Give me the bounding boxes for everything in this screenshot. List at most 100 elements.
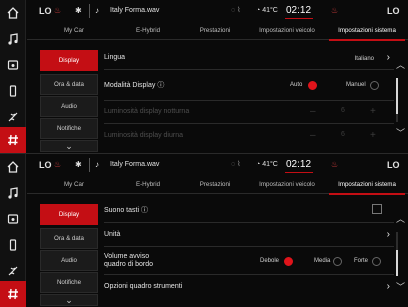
settings-screen-display-scrolled: LO ♨ ✱ ♪ Italy Forma.wav ◌ ⌇ ◔ 41°C 02:1…: [0, 154, 408, 307]
temp-right-label[interactable]: LO: [387, 158, 400, 172]
auto-radio[interactable]: [308, 81, 317, 90]
now-playing-track[interactable]: Italy Forma.wav: [110, 4, 159, 18]
settings-icon[interactable]: [0, 281, 26, 307]
car-icon[interactable]: [0, 52, 26, 78]
clock: 02:12: [286, 159, 312, 170]
lingua-label: Lingua: [104, 54, 126, 61]
chevron-right-icon: ›: [386, 52, 390, 63]
home-icon[interactable]: [0, 0, 26, 26]
seat-heat-right-icon[interactable]: ♨: [331, 4, 338, 18]
scroll-up-icon[interactable]: ︿: [396, 212, 405, 225]
seat-heat-left-icon[interactable]: ♨: [54, 4, 61, 18]
nav-rail: [0, 0, 26, 153]
scroll-down-icon[interactable]: ﹀: [396, 280, 405, 293]
settings-tabs: My Car E-Hybrid Prestazioni Impostazioni…: [27, 22, 408, 41]
music-icon[interactable]: [0, 26, 26, 52]
scrollbar[interactable]: [396, 232, 398, 276]
scrollbar-thumb[interactable]: [396, 78, 398, 114]
info-icon: ⓘ: [157, 82, 165, 89]
plus-icon[interactable]: +: [370, 106, 376, 117]
gps-icon: ◌ ⌇: [231, 161, 241, 168]
temp-left-label[interactable]: LO: [39, 4, 52, 18]
tab-e-hybrid[interactable]: E-Hybrid: [123, 176, 173, 194]
status-bar: LO ♨ ✱ ♪ Italy Forma.wav ◌ ⌇ ◔ 41°C 02:1…: [27, 0, 408, 22]
manuel-label: Manuel: [346, 82, 366, 88]
now-playing-track[interactable]: Italy Forma.wav: [110, 158, 159, 172]
minus-icon[interactable]: –: [310, 130, 316, 141]
music-icon[interactable]: [0, 180, 26, 206]
gps-icon: ◌ ⌇: [231, 7, 241, 14]
submenu-display[interactable]: Display: [40, 50, 98, 71]
tab-e-hybrid[interactable]: E-Hybrid: [123, 22, 173, 40]
modalita-display-row: Modalità Display ⓘ Auto Manuel: [104, 71, 394, 101]
seat-heat-right-icon[interactable]: ♨: [331, 158, 338, 172]
phone-icon[interactable]: [0, 232, 26, 258]
volume-avviso-row: Volume avviso quadro di bordo Debole Medi…: [104, 248, 394, 275]
opzioni-quadro-row[interactable]: Opzioni quadro strumenti ›: [104, 276, 394, 300]
chevron-right-icon: ›: [386, 281, 390, 292]
submenu-notifiche[interactable]: Notifiche: [40, 272, 98, 293]
diurna-value: 6: [341, 131, 345, 138]
home-icon[interactable]: [0, 154, 26, 180]
debole-radio[interactable]: [284, 257, 293, 266]
clock-underline: [285, 172, 313, 173]
minus-icon[interactable]: –: [310, 106, 316, 117]
suono-tasti-checkbox[interactable]: [372, 204, 382, 214]
car-icon[interactable]: [0, 206, 26, 232]
fan-icon[interactable]: ✱: [75, 4, 82, 18]
phone-icon[interactable]: [0, 78, 26, 104]
submenu-scroll-down[interactable]: ⌄: [40, 140, 98, 152]
submenu-scroll-down[interactable]: ⌄: [40, 294, 98, 306]
unita-row[interactable]: Unità ›: [104, 224, 394, 247]
submenu-display[interactable]: Display: [40, 204, 98, 225]
outside-temp: ◔ 41°C: [256, 161, 278, 168]
luminosita-diurna-row: Luminosità display diurna – 6 +: [104, 125, 394, 149]
settings-icon[interactable]: [0, 127, 26, 153]
status-divider: [89, 4, 90, 18]
fan-icon[interactable]: ✱: [75, 158, 82, 172]
scrollbar-thumb[interactable]: [396, 250, 398, 276]
forte-radio[interactable]: [372, 257, 381, 266]
scroll-down-icon[interactable]: ﹀: [396, 126, 405, 139]
status-divider: [89, 158, 90, 172]
manuel-radio[interactable]: [370, 81, 379, 90]
submenu-audio[interactable]: Audio: [40, 96, 98, 117]
suono-tasti-label: Suono tasti ⓘ: [104, 207, 148, 214]
volume-avviso-label: Volume avviso quadro di bordo: [104, 253, 154, 268]
submenu-notifiche[interactable]: Notifiche: [40, 118, 98, 139]
tab-impostazioni-sistema[interactable]: Impostazioni sistema: [329, 22, 405, 41]
submenu-ora-data[interactable]: Ora & data: [40, 74, 98, 95]
settings-tabs: My Car E-Hybrid Prestazioni Impostazioni…: [27, 176, 408, 195]
luminosita-diurna-label: Luminosità display diurna: [104, 132, 183, 139]
tab-prestazioni[interactable]: Prestazioni: [190, 176, 240, 194]
info-icon: ⓘ: [140, 207, 148, 214]
unita-label: Unità: [104, 231, 121, 238]
tab-prestazioni[interactable]: Prestazioni: [190, 22, 240, 40]
tab-impostazioni-veicolo[interactable]: Impostazioni veicolo: [253, 176, 321, 194]
seat-heat-left-icon[interactable]: ♨: [54, 158, 61, 172]
music-note-icon: ♪: [95, 6, 99, 15]
plus-icon[interactable]: +: [370, 130, 376, 141]
temp-value: 41°C: [262, 161, 278, 168]
temp-right-label[interactable]: LO: [387, 4, 400, 18]
media-radio[interactable]: [333, 257, 342, 266]
notturna-value: 6: [341, 107, 345, 114]
lingua-row[interactable]: Lingua Italiano ›: [104, 48, 394, 70]
submenu-ora-data[interactable]: Ora & data: [40, 228, 98, 249]
suono-tasti-row[interactable]: Suono tasti ⓘ: [104, 199, 394, 223]
auto-label: Auto: [290, 82, 303, 88]
chevron-right-icon: ›: [386, 229, 390, 240]
tab-impostazioni-sistema[interactable]: Impostazioni sistema: [329, 176, 405, 195]
submenu-audio[interactable]: Audio: [40, 250, 98, 271]
clock: 02:12: [286, 5, 312, 16]
modalita-display-label: Modalità Display ⓘ: [104, 82, 165, 89]
clock-underline: [285, 18, 313, 19]
scrollbar[interactable]: [396, 78, 398, 122]
tab-my-car[interactable]: My Car: [49, 22, 99, 40]
tab-my-car[interactable]: My Car: [49, 176, 99, 194]
forte-label: Forte: [354, 258, 369, 264]
music-note-icon: ♪: [95, 160, 99, 169]
scroll-up-icon[interactable]: ︿: [396, 58, 405, 71]
temp-left-label[interactable]: LO: [39, 158, 52, 172]
tab-impostazioni-veicolo[interactable]: Impostazioni veicolo: [253, 22, 321, 40]
